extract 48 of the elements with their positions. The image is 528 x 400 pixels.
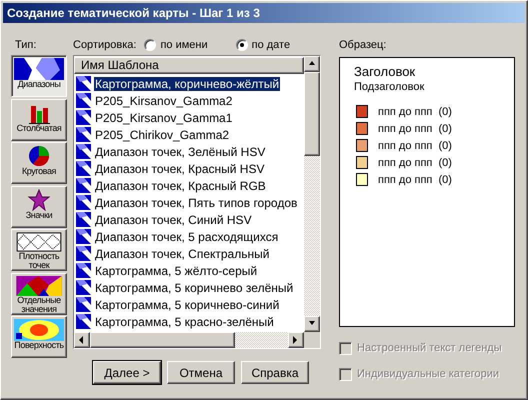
legend-item-label: ппп до ппп (0) [378, 156, 452, 168]
individual-values-icon [14, 276, 64, 296]
map-type-button[interactable]: Значки [11, 186, 67, 228]
legend-item-label: ппп до ппп (0) [378, 106, 452, 118]
template-item[interactable]: P205_Kirsanov_Gamma2 [94, 94, 234, 108]
template-item[interactable]: P205_Kirsanov_Gamma1 [94, 110, 234, 124]
template-item[interactable]: Картограмма, 5 красно-зелёный [94, 314, 275, 328]
dialog-button[interactable]: Справка [241, 361, 309, 384]
template-item[interactable]: Диапазон точек, Синий HSV [94, 212, 253, 226]
template-item[interactable]: Диапазон точек, Красный HSV [94, 162, 266, 176]
scroll-right-icon [292, 336, 300, 344]
template-item[interactable]: Диапазон точек, Красный RGB [94, 178, 267, 192]
horizontal-scrollbar[interactable] [74, 332, 304, 348]
template-item[interactable]: Диапазон точек, Пять типов городов [94, 196, 298, 210]
map-type-button[interactable]: Поверхность [11, 316, 67, 358]
vertical-scrollbar[interactable] [304, 56, 320, 332]
dialog-button[interactable]: Далее > [93, 361, 161, 384]
template-item[interactable]: P205_Chirikov_Gamma2 [94, 128, 230, 142]
map-type-button[interactable]: Столбчатая [11, 98, 67, 140]
sort-radio[interactable]: по имени [144, 39, 208, 51]
template-item[interactable]: Диапазон точек, Спектральный [94, 246, 270, 260]
template-item[interactable]: Картограмма, коричнево-жёлтый [94, 76, 280, 90]
map-type-button[interactable]: Диапазоны [11, 55, 67, 97]
dialog-button[interactable]: Отмена [167, 361, 235, 384]
column-header[interactable]: Имя Шаблона [74, 57, 304, 74]
legend-item-label: ппп до ппп (0) [378, 122, 452, 134]
sort-label: Сортировка: [73, 38, 136, 53]
legend-title: Заголовок [354, 64, 416, 79]
ranges-map-icon [14, 58, 64, 80]
legend-item-label: ппп до ппп (0) [378, 174, 452, 186]
sample-label: Образец: [339, 38, 388, 53]
type-label: Тип: [14, 38, 38, 53]
scroll-up-icon [308, 60, 316, 68]
template-item[interactable]: Картограмма, 5 жёлто-серый [94, 264, 258, 278]
sort-radio[interactable]: по дате [236, 39, 290, 51]
map-type-button[interactable]: Круговая [11, 142, 67, 184]
template-item[interactable]: Диапазон точек, 5 расходящихся [94, 230, 280, 244]
map-type-button[interactable]: Плотность точек [11, 229, 67, 271]
template-item[interactable]: Картограмма, 5 коричнево зелёный [94, 280, 294, 294]
legend-subtitle: Подзаголовок [354, 81, 426, 93]
surface-map-icon [14, 319, 64, 341]
template-item[interactable]: Диапазон точек, Зелёный HSV [94, 144, 266, 158]
dot-density-icon [14, 232, 64, 252]
legend-item-label: ппп до ппп (0) [378, 140, 452, 152]
map-type-button[interactable]: Отдельные значения [11, 272, 67, 314]
template-item[interactable]: Картограмма, 5 коричнево-синий [94, 298, 280, 312]
scroll-left-icon [78, 336, 86, 344]
window-title: Создание тематической карты - Шаг 1 из 3 [3, 3, 525, 23]
